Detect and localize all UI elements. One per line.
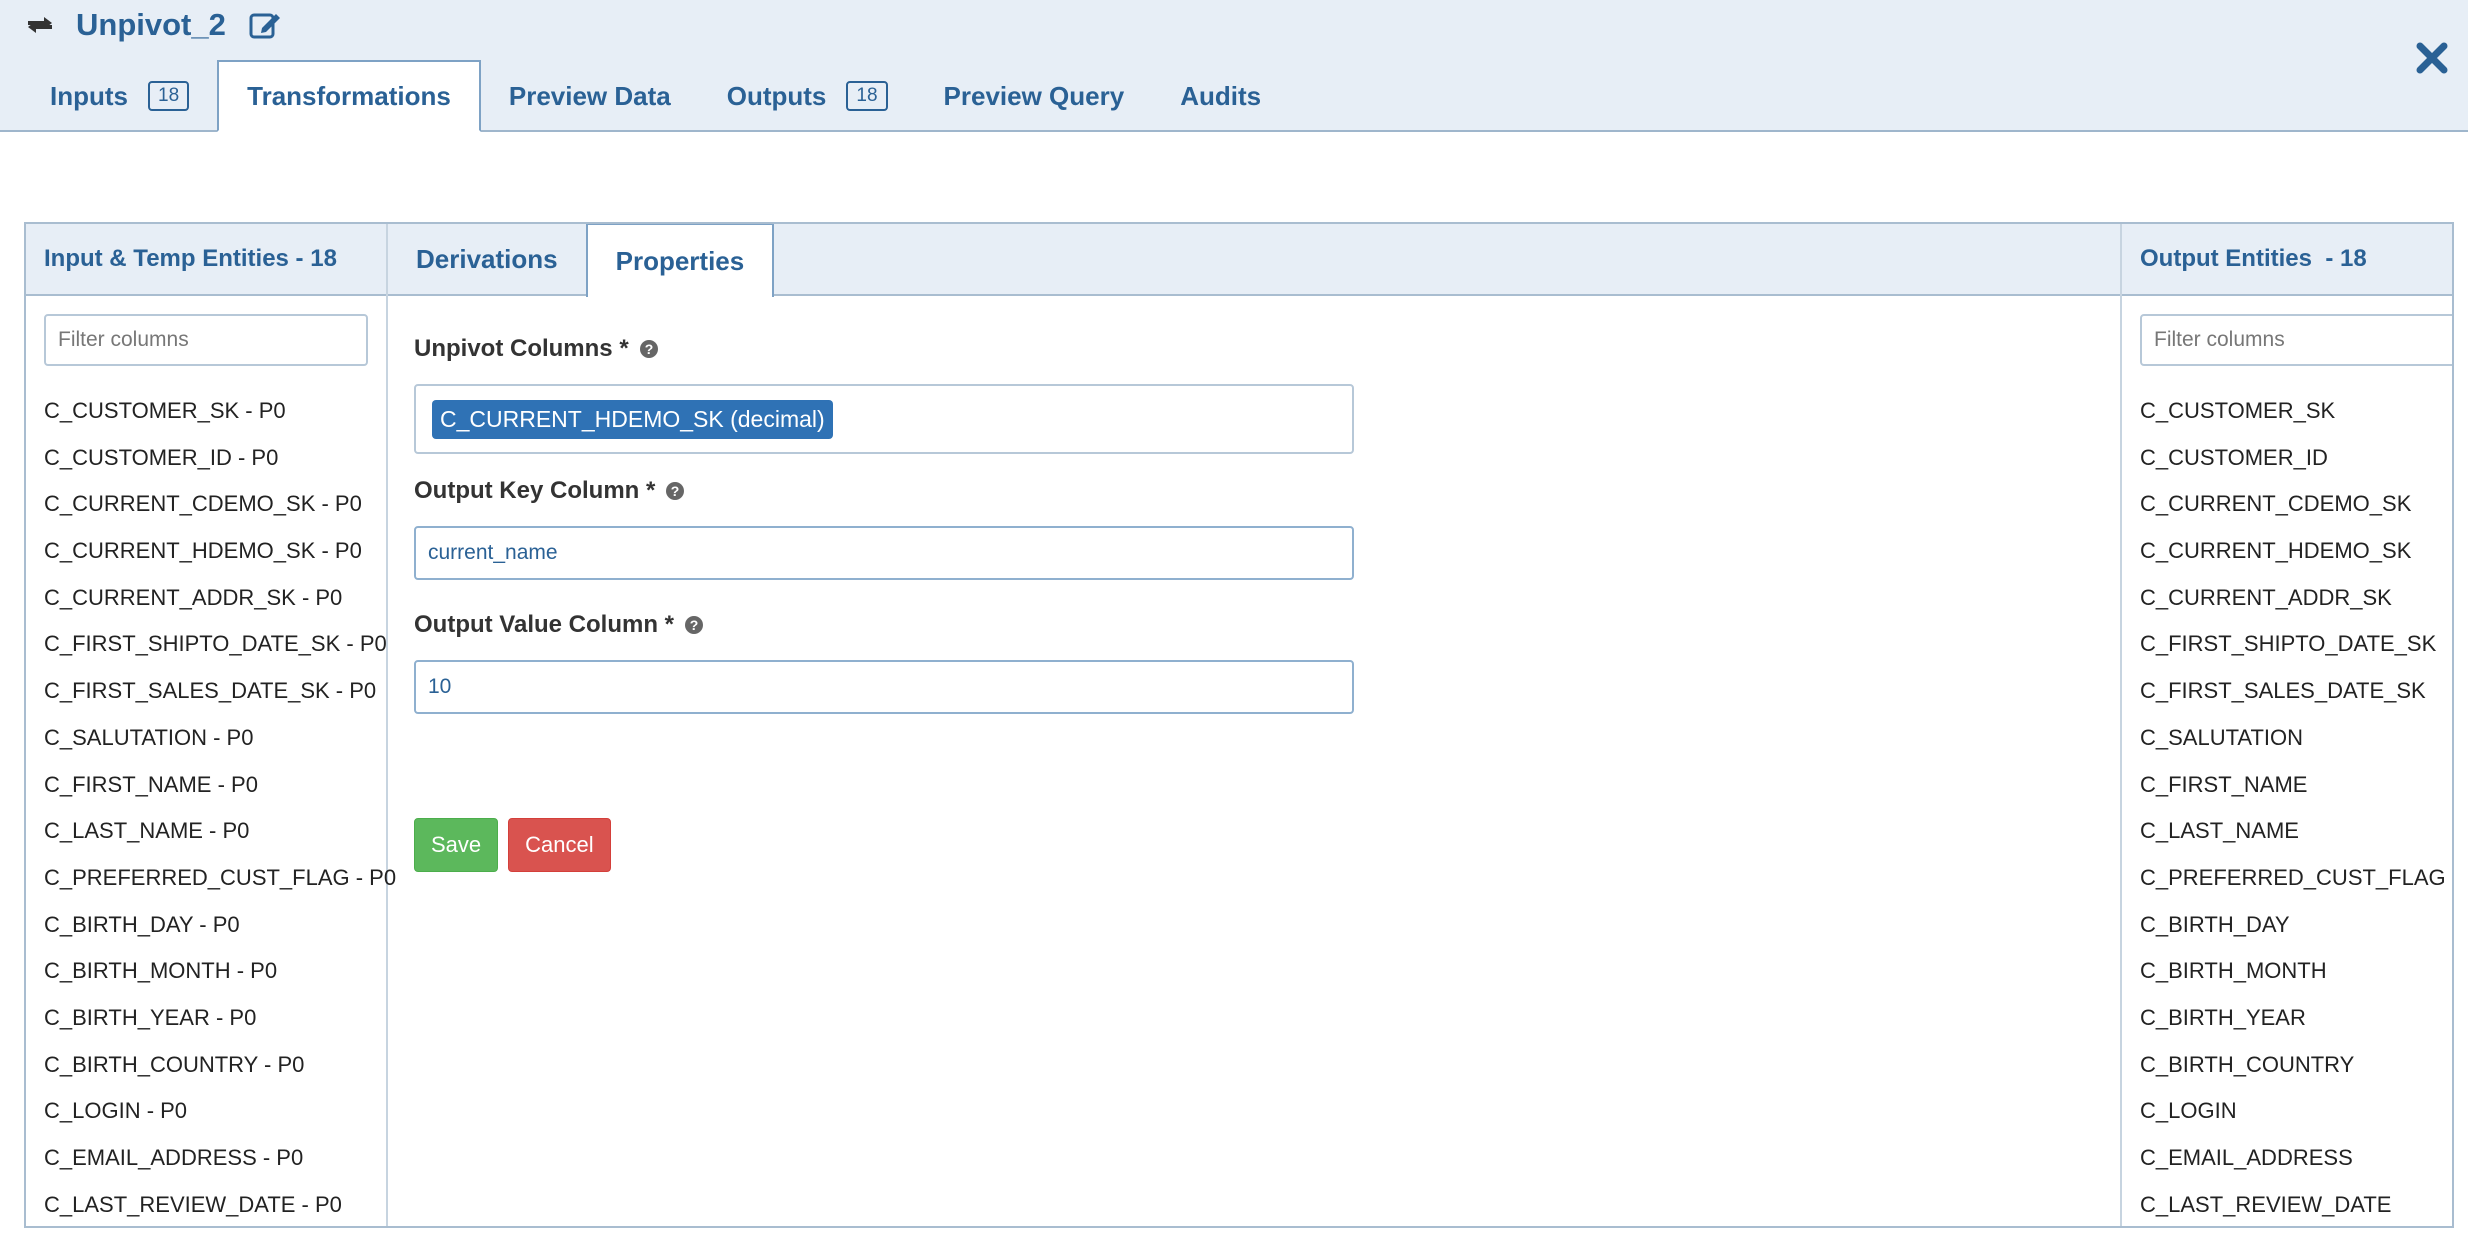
output-value-label: Output Value Column * ? <box>414 608 1354 642</box>
selected-column-chip[interactable]: C_CURRENT_HDEMO_SK (decimal) <box>432 400 833 439</box>
list-item[interactable]: C_CUSTOMER_ID <box>2140 435 2452 482</box>
list-item[interactable]: C_BIRTH_MONTH <box>2140 948 2452 995</box>
transform-icon <box>28 17 52 33</box>
header: Unpivot_2 Inputs 18 Transformations Prev… <box>0 0 2468 132</box>
list-item[interactable]: C_BIRTH_COUNTRY - P0 <box>44 1042 386 1089</box>
list-item[interactable]: C_FIRST_SHIPTO_DATE_SK <box>2140 621 2452 668</box>
output-key-label: Output Key Column * ? <box>414 474 1354 508</box>
list-item[interactable]: C_CURRENT_CDEMO_SK <box>2140 481 2452 528</box>
output-entities-title: Output Entities - 18 <box>2140 245 2367 272</box>
list-item[interactable]: C_SALUTATION <box>2140 715 2452 762</box>
list-item[interactable]: C_SALUTATION - P0 <box>44 715 386 762</box>
list-item[interactable]: C_LOGIN - P0 <box>44 1088 386 1135</box>
list-item[interactable]: C_CUSTOMER_SK <box>2140 388 2452 435</box>
tab-preview-query[interactable]: Preview Query <box>916 60 1153 132</box>
label-text: Output Value Column * <box>414 611 675 638</box>
properties-form: Unpivot Columns * ? C_CURRENT_HDEMO_SK (… <box>414 332 1354 872</box>
tab-label: Outputs <box>726 80 827 111</box>
label-text: Unpivot Columns * <box>414 335 629 362</box>
list-item[interactable]: C_PREFERRED_CUST_FLAG <box>2140 855 2452 902</box>
list-item[interactable]: C_CUSTOMER_ID - P0 <box>44 435 386 482</box>
panel-header: Input & Temp Entities - 18 <box>26 224 386 296</box>
question-circle-icon[interactable]: ? <box>665 481 685 501</box>
cancel-button[interactable]: Cancel <box>508 818 611 872</box>
output-columns-list: C_CUSTOMER_SK C_CUSTOMER_ID C_CURRENT_CD… <box>2122 388 2452 1226</box>
page-title: Unpivot_2 <box>76 7 226 42</box>
list-item[interactable]: C_FIRST_SALES_DATE_SK <box>2140 668 2452 715</box>
output-filter-columns[interactable] <box>2140 314 2452 366</box>
input-entities-panel: Input & Temp Entities - 18 C_CUSTOMER_SK… <box>26 224 396 1226</box>
tab-inputs[interactable]: Inputs 18 <box>22 60 217 132</box>
list-item[interactable]: C_LAST_REVIEW_DATE - P0 <box>44 1182 386 1226</box>
input-entities-title: Input & Temp Entities - 18 <box>44 245 337 272</box>
list-item[interactable]: C_CURRENT_HDEMO_SK <box>2140 528 2452 575</box>
list-item[interactable]: C_CUSTOMER_SK - P0 <box>44 388 386 435</box>
tab-label: Preview Data <box>508 80 671 111</box>
count-badge: 18 <box>148 81 190 111</box>
subtabs: Derivations Properties <box>388 224 775 297</box>
list-item[interactable]: C_EMAIL_ADDRESS <box>2140 1135 2452 1182</box>
list-item[interactable]: C_CURRENT_ADDR_SK <box>2140 575 2452 622</box>
unpivot-columns-select[interactable]: C_CURRENT_HDEMO_SK (decimal) <box>414 384 1354 454</box>
close-icon[interactable] <box>2412 38 2452 78</box>
svg-text:?: ? <box>644 341 653 357</box>
properties-panel: Derivations Properties Unpivot Columns *… <box>388 224 2120 1226</box>
tab-derivations[interactable]: Derivations <box>388 224 586 295</box>
tab-label: Inputs <box>50 80 128 111</box>
tab-label: Audits <box>1180 80 1262 111</box>
panel-header: Output Entities - 18 <box>2122 224 2452 296</box>
list-item[interactable]: C_LAST_NAME <box>2140 808 2452 855</box>
list-item[interactable]: C_LAST_REVIEW_DATE <box>2140 1182 2452 1226</box>
output-entities-panel: Output Entities - 18 C_CUSTOMER_SK C_CUS… <box>2120 224 2452 1226</box>
tab-audits[interactable]: Audits <box>1152 60 1289 132</box>
list-item[interactable]: C_BIRTH_YEAR <box>2140 995 2452 1042</box>
main-tabs: Inputs 18 Transformations Preview Data O… <box>22 60 1289 132</box>
list-item[interactable]: C_LOGIN <box>2140 1088 2452 1135</box>
save-button[interactable]: Save <box>414 818 499 872</box>
question-circle-icon[interactable]: ? <box>684 615 704 635</box>
list-item[interactable]: C_FIRST_NAME <box>2140 762 2452 809</box>
tab-properties[interactable]: Properties <box>585 224 775 297</box>
tab-outputs[interactable]: Outputs 18 <box>699 60 916 132</box>
list-item[interactable]: C_CURRENT_HDEMO_SK - P0 <box>44 528 386 575</box>
tab-preview-data[interactable]: Preview Data <box>481 60 699 132</box>
edit-icon[interactable] <box>248 8 282 42</box>
tab-transformations[interactable]: Transformations <box>217 60 481 132</box>
list-item[interactable]: C_EMAIL_ADDRESS - P0 <box>44 1135 386 1182</box>
list-item[interactable]: C_BIRTH_COUNTRY <box>2140 1042 2452 1089</box>
label-text: Output Key Column * <box>414 477 656 504</box>
transformation-frame: Input & Temp Entities - 18 C_CUSTOMER_SK… <box>24 222 2454 1228</box>
question-circle-icon[interactable]: ? <box>639 339 659 359</box>
output-value-input[interactable] <box>414 660 1354 714</box>
tab-label: Preview Query <box>943 80 1125 111</box>
list-item[interactable]: C_BIRTH_DAY - P0 <box>44 902 386 949</box>
list-item[interactable]: C_PREFERRED_CUST_FLAG - P0 <box>44 855 396 902</box>
list-item[interactable]: C_CURRENT_ADDR_SK - P0 <box>44 575 386 622</box>
unpivot-columns-label: Unpivot Columns * ? <box>414 332 1354 366</box>
title-row: Unpivot_2 <box>24 0 282 50</box>
list-item[interactable]: C_FIRST_SALES_DATE_SK - P0 <box>44 668 386 715</box>
svg-text:?: ? <box>671 483 680 499</box>
list-item[interactable]: C_BIRTH_MONTH - P0 <box>44 948 386 995</box>
list-item[interactable]: C_CURRENT_CDEMO_SK - P0 <box>44 481 386 528</box>
input-columns-list: C_CUSTOMER_SK - P0 C_CUSTOMER_ID - P0 C_… <box>26 388 396 1226</box>
input-filter-columns[interactable] <box>44 314 368 366</box>
tab-label: Transformations <box>247 80 451 111</box>
list-item[interactable]: C_LAST_NAME - P0 <box>44 808 386 855</box>
list-item[interactable]: C_BIRTH_DAY <box>2140 902 2452 949</box>
list-item[interactable]: C_FIRST_NAME - P0 <box>44 762 386 809</box>
form-actions: Save Cancel <box>414 818 1354 872</box>
count-badge: 18 <box>846 81 888 111</box>
subtab-bar: Derivations Properties <box>388 224 2120 297</box>
list-item[interactable]: C_BIRTH_YEAR - P0 <box>44 995 386 1042</box>
list-item[interactable]: C_FIRST_SHIPTO_DATE_SK - P0 <box>44 621 387 668</box>
svg-text:?: ? <box>690 617 699 633</box>
output-key-input[interactable] <box>414 526 1354 580</box>
